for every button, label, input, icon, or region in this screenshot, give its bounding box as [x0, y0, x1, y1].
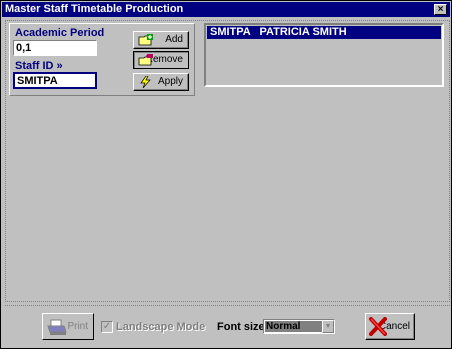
- font-size-value: Normal: [265, 321, 323, 332]
- folder-add-icon: [138, 34, 153, 46]
- close-button[interactable]: ×: [434, 4, 447, 15]
- landscape-checkbox[interactable]: ✓: [101, 321, 113, 333]
- print-button-label: Print: [67, 321, 88, 332]
- printer-icon: [47, 319, 67, 335]
- window-title: Master Staff Timetable Production: [5, 3, 184, 15]
- staff-id-field[interactable]: SMITPA: [13, 72, 97, 89]
- selected-staff-list[interactable]: SMITPA PATRICIA SMITH: [204, 23, 444, 87]
- footer-divider: [5, 305, 450, 306]
- add-button-label: Add: [165, 34, 183, 45]
- staff-id-label[interactable]: Staff ID »: [15, 60, 63, 72]
- landscape-label: Landscape Mode: [116, 321, 206, 333]
- print-button[interactable]: Print: [42, 313, 94, 340]
- apply-button[interactable]: Apply: [133, 73, 189, 91]
- add-button[interactable]: Add: [133, 31, 189, 49]
- font-size-label: Font size: [217, 321, 265, 333]
- red-x-icon: [369, 317, 387, 336]
- title-bar: Master Staff Timetable Production ×: [2, 2, 450, 17]
- list-item[interactable]: SMITPA PATRICIA SMITH: [207, 26, 441, 39]
- font-size-select[interactable]: Normal ▼: [263, 319, 335, 334]
- academic-period-label: Academic Period: [15, 27, 105, 39]
- timetable-window: Master Staff Timetable Production × Acad…: [0, 0, 452, 349]
- chevron-down-icon[interactable]: ▼: [322, 320, 334, 333]
- apply-button-label: Apply: [157, 76, 183, 87]
- academic-period-field[interactable]: 0,1: [13, 40, 97, 56]
- lightning-icon: [140, 76, 151, 88]
- cancel-button[interactable]: Cancel: [365, 313, 415, 340]
- remove-button[interactable]: Remove: [133, 51, 189, 69]
- folder-remove-icon: [138, 54, 153, 66]
